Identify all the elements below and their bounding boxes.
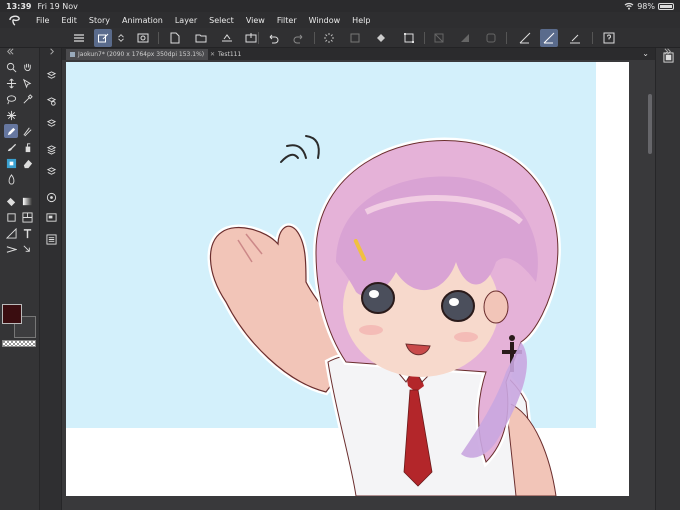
loading-spinner-icon[interactable] bbox=[320, 29, 338, 47]
menu-help[interactable]: Help bbox=[346, 16, 376, 25]
pen-tool-icon[interactable] bbox=[4, 124, 18, 138]
ruler-tool-icon[interactable] bbox=[4, 226, 18, 240]
tab-jaokun7[interactable]: Jaokun7* (2090 x 1764px 350dpi 153.1%) bbox=[66, 49, 209, 60]
view-eye-icon[interactable] bbox=[134, 29, 152, 47]
decoration-tool-icon[interactable] bbox=[4, 156, 18, 170]
object-tool-icon[interactable] bbox=[20, 76, 34, 90]
hamburger-menu-icon[interactable] bbox=[70, 29, 88, 47]
history-icon[interactable] bbox=[44, 232, 58, 246]
battery-percent: 98% bbox=[637, 1, 655, 11]
layer-stack-panel-icon[interactable] bbox=[44, 164, 58, 178]
status-time: 13:39 bbox=[6, 1, 32, 11]
transform-icon[interactable] bbox=[400, 29, 418, 47]
layer-property-icon[interactable] bbox=[44, 68, 58, 82]
menu-filter[interactable]: Filter bbox=[271, 16, 303, 25]
material-icon[interactable] bbox=[44, 142, 58, 156]
clear-selection-icon[interactable] bbox=[430, 29, 448, 47]
eyedropper-tool-icon[interactable] bbox=[20, 92, 34, 106]
menu-window[interactable]: Window bbox=[303, 16, 347, 25]
panel-menu-icon[interactable] bbox=[661, 50, 675, 64]
tab-test111-label: Test111 bbox=[218, 51, 242, 58]
right-panel-strip bbox=[655, 47, 680, 510]
fill-tool-icon[interactable] bbox=[4, 194, 18, 208]
chevron-down-icon[interactable]: ⌄ bbox=[642, 49, 649, 58]
status-right: 98% bbox=[624, 2, 674, 11]
pencil-tool-icon[interactable] bbox=[20, 124, 34, 138]
menu-animation[interactable]: Animation bbox=[116, 16, 169, 25]
ruler-snap-icon[interactable] bbox=[516, 29, 534, 47]
frame-border-tool-icon[interactable] bbox=[20, 210, 34, 224]
tab-test111[interactable]: ✕ Test111 bbox=[206, 49, 245, 60]
battery-icon bbox=[658, 2, 674, 10]
help-icon[interactable] bbox=[600, 29, 618, 47]
main-color-swatch[interactable] bbox=[2, 304, 22, 324]
special-ruler-snap-icon[interactable] bbox=[540, 29, 558, 47]
open-folder-icon[interactable] bbox=[192, 29, 210, 47]
close-tab-icon[interactable]: ✕ bbox=[210, 51, 215, 58]
battery-fill bbox=[660, 4, 672, 8]
collapse-left-icon[interactable] bbox=[2, 44, 16, 58]
document-icon bbox=[70, 52, 75, 57]
status-date: Fri 19 Nov bbox=[37, 1, 78, 11]
menu-bar: File Edit Story Animation Layer Select V… bbox=[0, 12, 680, 28]
save-icon[interactable] bbox=[218, 29, 236, 47]
document-tab-strip: Jaokun7* (2090 x 1764px 350dpi 153.1%) ✕… bbox=[62, 48, 655, 60]
selection-border-icon[interactable] bbox=[482, 29, 500, 47]
text-tool-icon[interactable] bbox=[20, 226, 34, 240]
chevron-updown-icon[interactable] bbox=[116, 29, 126, 47]
vertical-scrollbar[interactable] bbox=[648, 94, 652, 154]
layer-search-icon[interactable] bbox=[44, 94, 58, 108]
new-file-icon[interactable] bbox=[166, 29, 184, 47]
move-tool-icon[interactable] bbox=[4, 76, 18, 90]
tool-palette bbox=[0, 47, 40, 510]
layer-visibility-icon[interactable] bbox=[44, 116, 58, 130]
blend-tool-icon[interactable] bbox=[4, 172, 18, 186]
brush-tool-icon[interactable] bbox=[4, 140, 18, 154]
command-bar bbox=[0, 28, 680, 48]
sub-tool-column bbox=[40, 47, 62, 510]
balloon-tool-icon[interactable] bbox=[4, 242, 18, 256]
tab-jaokun7-label: Jaokun7* (2090 x 1764px 350dpi 153.1%) bbox=[78, 51, 205, 58]
correct-line-tool-icon[interactable] bbox=[20, 242, 34, 256]
lasso-tool-icon[interactable] bbox=[4, 92, 18, 106]
color-wheel-icon[interactable] bbox=[44, 190, 58, 204]
menu-story[interactable]: Story bbox=[83, 16, 116, 25]
artwork-illustration bbox=[66, 62, 596, 496]
ios-status-bar: 13:39 Fri 19 Nov 98% bbox=[0, 0, 680, 12]
figure-tool-icon[interactable] bbox=[4, 210, 18, 224]
hand-tool-icon[interactable] bbox=[20, 60, 34, 74]
zoom-tool-icon[interactable] bbox=[4, 60, 18, 74]
menu-edit[interactable]: Edit bbox=[55, 16, 83, 25]
edit-layer-icon[interactable] bbox=[94, 29, 112, 47]
invert-selection-icon[interactable] bbox=[456, 29, 474, 47]
auto-select-tool-icon[interactable] bbox=[4, 108, 18, 122]
navigator-icon[interactable] bbox=[44, 210, 58, 224]
menu-select[interactable]: Select bbox=[203, 16, 240, 25]
menu-layer[interactable]: Layer bbox=[169, 16, 203, 25]
canvas-area[interactable] bbox=[62, 60, 655, 510]
menu-view[interactable]: View bbox=[240, 16, 271, 25]
fill-bucket-icon[interactable] bbox=[372, 29, 390, 47]
eraser-tool-icon[interactable] bbox=[20, 156, 34, 170]
undo-icon[interactable] bbox=[264, 29, 282, 47]
gradient-tool-icon[interactable] bbox=[20, 194, 34, 208]
drawing-canvas[interactable] bbox=[66, 62, 629, 496]
airbrush-tool-icon[interactable] bbox=[20, 140, 34, 154]
collapse-subtool-icon[interactable] bbox=[44, 44, 58, 58]
transparent-color-swatch[interactable] bbox=[2, 340, 36, 347]
wifi-icon bbox=[624, 2, 634, 10]
grid-snap-icon[interactable] bbox=[566, 29, 584, 47]
layer-stack-icon[interactable] bbox=[346, 29, 364, 47]
menu-file[interactable]: File bbox=[30, 16, 55, 25]
redo-icon[interactable] bbox=[290, 29, 308, 47]
app-logo-icon[interactable] bbox=[0, 14, 30, 26]
